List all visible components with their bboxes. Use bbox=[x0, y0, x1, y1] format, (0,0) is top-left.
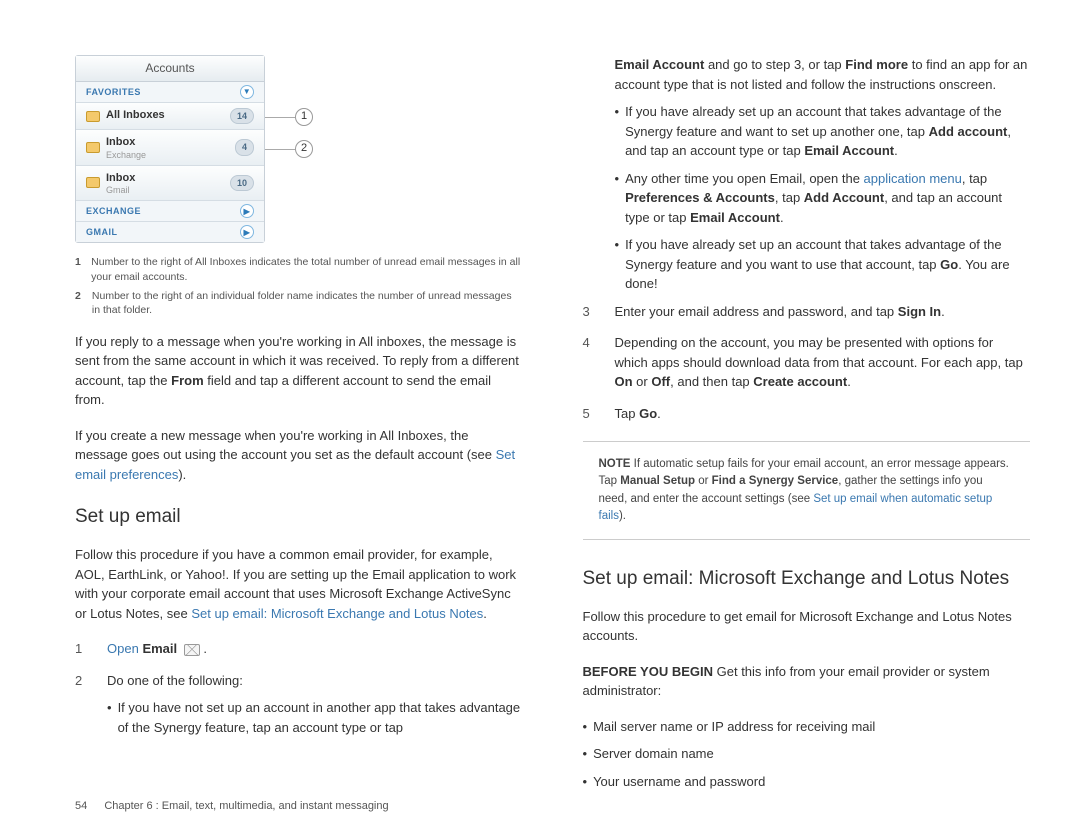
step-number: 5 bbox=[583, 404, 597, 424]
page-number: 54 bbox=[75, 800, 87, 812]
bullet-item: If you have not set up an account in ano… bbox=[107, 698, 523, 737]
favorites-section: FAVORITES ▼ bbox=[76, 82, 264, 103]
expand-icon: ▶ bbox=[240, 225, 254, 239]
screenshot-legend: 1 Number to the right of All Inboxes indi… bbox=[75, 255, 523, 318]
inbox-sub: Exchange bbox=[106, 151, 146, 160]
exchange-badge: 4 bbox=[235, 139, 254, 156]
bullet-item: If you have already set up an account th… bbox=[615, 235, 1031, 294]
inbox-exchange-row: Inbox Exchange 4 bbox=[76, 130, 264, 165]
link-exchange-lotus[interactable]: Set up email: Microsoft Exchange and Lot… bbox=[191, 606, 483, 621]
chapter-label: Chapter 6 : Email, text, multimedia, and… bbox=[104, 800, 388, 812]
callout-line bbox=[265, 149, 295, 150]
gmail-label: GMAIL bbox=[86, 226, 118, 239]
step-4: 4 Depending on the account, you may be p… bbox=[583, 333, 1031, 392]
step-5: 5 Tap Go. bbox=[583, 404, 1031, 424]
bullet-item: Mail server name or IP address for recei… bbox=[583, 717, 1031, 737]
exchange-label: EXCHANGE bbox=[86, 205, 141, 218]
inbox-gmail-row: Inbox Gmail 10 bbox=[76, 166, 264, 201]
body-paragraph: If you reply to a message when you're wo… bbox=[75, 332, 523, 410]
bullet-item: Any other time you open Email, open the … bbox=[615, 169, 1031, 228]
bullet-item: Server domain name bbox=[583, 744, 1031, 764]
step-2: 2 Do one of the following: If you have n… bbox=[75, 671, 523, 746]
bullet-item: If you have already set up an account th… bbox=[615, 102, 1031, 161]
gmail-section: GMAIL ▶ bbox=[76, 222, 264, 242]
before-you-begin: BEFORE YOU BEGIN Get this info from your… bbox=[583, 662, 1031, 701]
exchange-intro: Follow this procedure to get email for M… bbox=[583, 607, 1031, 646]
step-text: Do one of the following: bbox=[107, 673, 243, 688]
accounts-screenshot: Accounts FAVORITES ▼ All Inboxes 14 bbox=[75, 55, 265, 243]
folder-icon bbox=[86, 111, 100, 122]
step-1: 1 Open Email . bbox=[75, 639, 523, 659]
step-number: 2 bbox=[75, 671, 89, 746]
callout-line bbox=[265, 117, 295, 118]
phone-title: Accounts bbox=[76, 56, 264, 82]
favorites-label: FAVORITES bbox=[86, 86, 141, 99]
folder-icon bbox=[86, 142, 100, 153]
dropdown-icon: ▼ bbox=[240, 85, 254, 99]
all-inboxes-label: All Inboxes bbox=[106, 108, 165, 123]
bullet-item: Your username and password bbox=[583, 772, 1031, 792]
step-number: 4 bbox=[583, 333, 597, 392]
exchange-section: EXCHANGE ▶ bbox=[76, 201, 264, 222]
inbox-label: Inbox bbox=[106, 171, 135, 186]
legend-text: Number to the right of All Inboxes indic… bbox=[91, 255, 522, 284]
link-open[interactable]: Open bbox=[107, 641, 139, 656]
legend-num: 2 bbox=[75, 289, 84, 318]
all-inboxes-row: All Inboxes 14 bbox=[76, 103, 264, 131]
email-label: Email bbox=[142, 641, 177, 656]
link-application-menu[interactable]: application menu bbox=[864, 171, 962, 186]
all-inboxes-badge: 14 bbox=[230, 108, 254, 125]
cont-email-account: Email Account and go to step 3, or tap F… bbox=[615, 55, 1031, 94]
note-box: NOTE If automatic setup fails for your e… bbox=[583, 441, 1031, 540]
heading-exchange-lotus: Set up email: Microsoft Exchange and Lot… bbox=[583, 566, 1031, 593]
legend-text: Number to the right of an individual fol… bbox=[92, 289, 523, 318]
legend-num: 1 bbox=[75, 255, 83, 284]
email-icon bbox=[184, 644, 200, 656]
inbox-label: Inbox bbox=[106, 135, 146, 150]
body-paragraph: If you create a new message when you're … bbox=[75, 426, 523, 485]
callout-1: 1 bbox=[295, 108, 313, 126]
page-footer: 54 Chapter 6 : Email, text, multimedia, … bbox=[75, 799, 389, 814]
callout-2: 2 bbox=[295, 140, 313, 158]
step-3: 3 Enter your email address and password,… bbox=[583, 302, 1031, 322]
gmail-badge: 10 bbox=[230, 175, 254, 192]
inbox-sub: Gmail bbox=[106, 186, 135, 195]
step-number: 1 bbox=[75, 639, 89, 659]
before-list: Mail server name or IP address for recei… bbox=[583, 717, 1031, 792]
heading-setup-email: Set up email bbox=[75, 504, 523, 531]
step-number: 3 bbox=[583, 302, 597, 322]
setup-intro: Follow this procedure if you have a comm… bbox=[75, 545, 523, 623]
expand-icon: ▶ bbox=[240, 204, 254, 218]
folder-icon bbox=[86, 177, 100, 188]
